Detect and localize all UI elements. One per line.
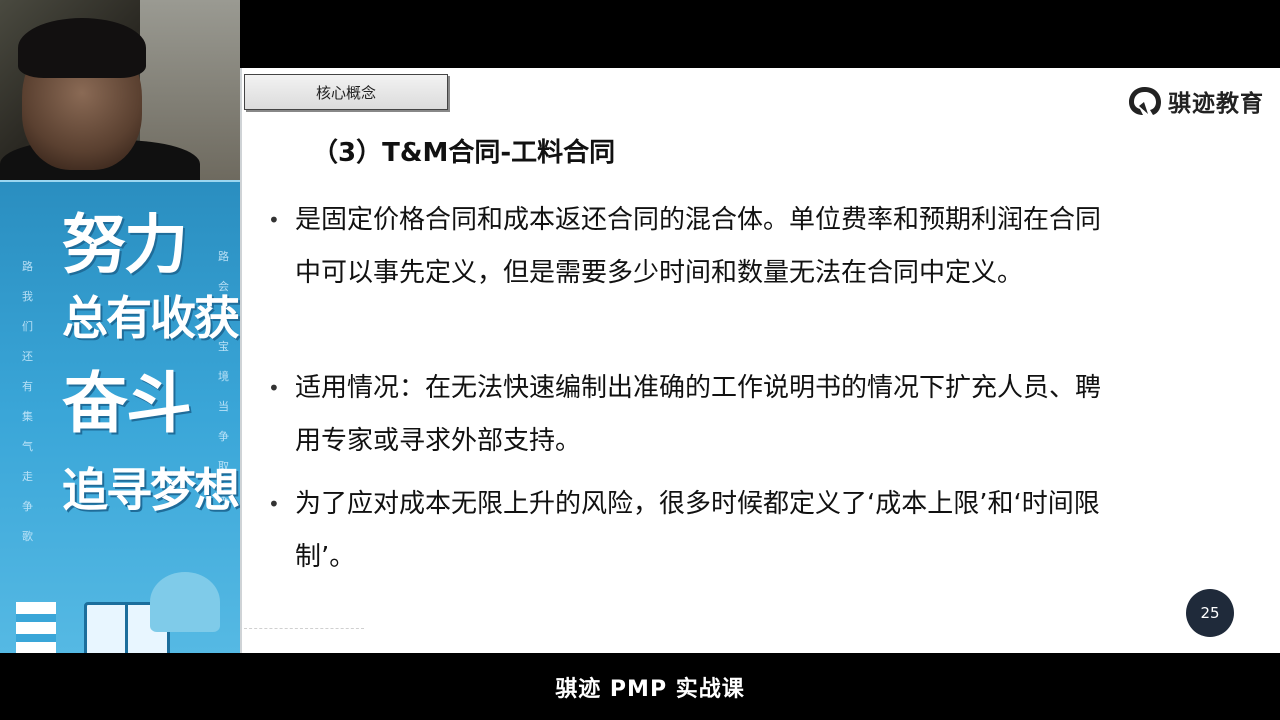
slide: 核心概念 骐迹教育 （3）T&M合同-工料合同 • 是固定价格合同和成本返还合同… <box>240 68 1280 653</box>
section-tab-label: 核心概念 <box>315 83 376 102</box>
presenter-panel: 路 我 们 还 有 集 气 走 争 歌 路 会 十 宝 境 当 争 取 来 努力… <box>0 0 240 720</box>
bullet-item: • 为了应对成本无限上升的风险，很多时候都定义了‘成本上限’和‘时间限制’。 <box>268 478 1118 584</box>
motivational-poster: 路 我 们 还 有 集 气 走 争 歌 路 会 十 宝 境 当 争 取 来 努力… <box>0 180 240 702</box>
video-caption-bar: 骐迹 PMP 实战课 <box>0 653 1280 720</box>
lamp-icon <box>150 572 220 632</box>
footer-rule <box>244 628 364 639</box>
bullet-marker: • <box>268 208 280 232</box>
poster-line-2: 总有收获 <box>62 291 240 345</box>
bullet-text: 适用情况：在无法快速编制出准确的工作说明书的情况下扩充人员、聘用专家或寻求外部支… <box>295 373 1102 456</box>
slide-heading: （3）T&M合同-工料合同 <box>312 138 616 168</box>
page-number: 25 <box>1200 604 1220 622</box>
poster-line-1: 努力 <box>62 209 188 283</box>
page-number-badge: 25 <box>1186 589 1234 637</box>
bullet-marker: • <box>268 376 280 400</box>
bullet-item: • 适用情况：在无法快速编制出准确的工作说明书的情况下扩充人员、聘用专家或寻求外… <box>268 362 1118 468</box>
bullet-item: • 是固定价格合同和成本返还合同的混合体。单位费率和预期利润在合同中可以事先定义… <box>268 194 1118 300</box>
poster-line-3: 奋斗 <box>62 365 192 442</box>
webcam-feed <box>0 0 240 180</box>
bullet-text: 是固定价格合同和成本返还合同的混合体。单位费率和预期利润在合同中可以事先定义，但… <box>295 205 1102 288</box>
logo-mark-icon <box>1129 87 1161 115</box>
video-caption: 骐迹 PMP 实战课 <box>555 676 745 702</box>
bullet-marker: • <box>268 492 280 516</box>
section-tab: 核心概念 <box>244 74 448 110</box>
brand-logo: 骐迹教育 <box>1126 84 1264 118</box>
logo-text: 骐迹教育 <box>1168 91 1264 117</box>
poster-line-4: 追寻梦想 <box>62 463 240 517</box>
bullet-text: 为了应对成本无限上升的风险，很多时候都定义了‘成本上限’和‘时间限制’。 <box>295 489 1100 572</box>
